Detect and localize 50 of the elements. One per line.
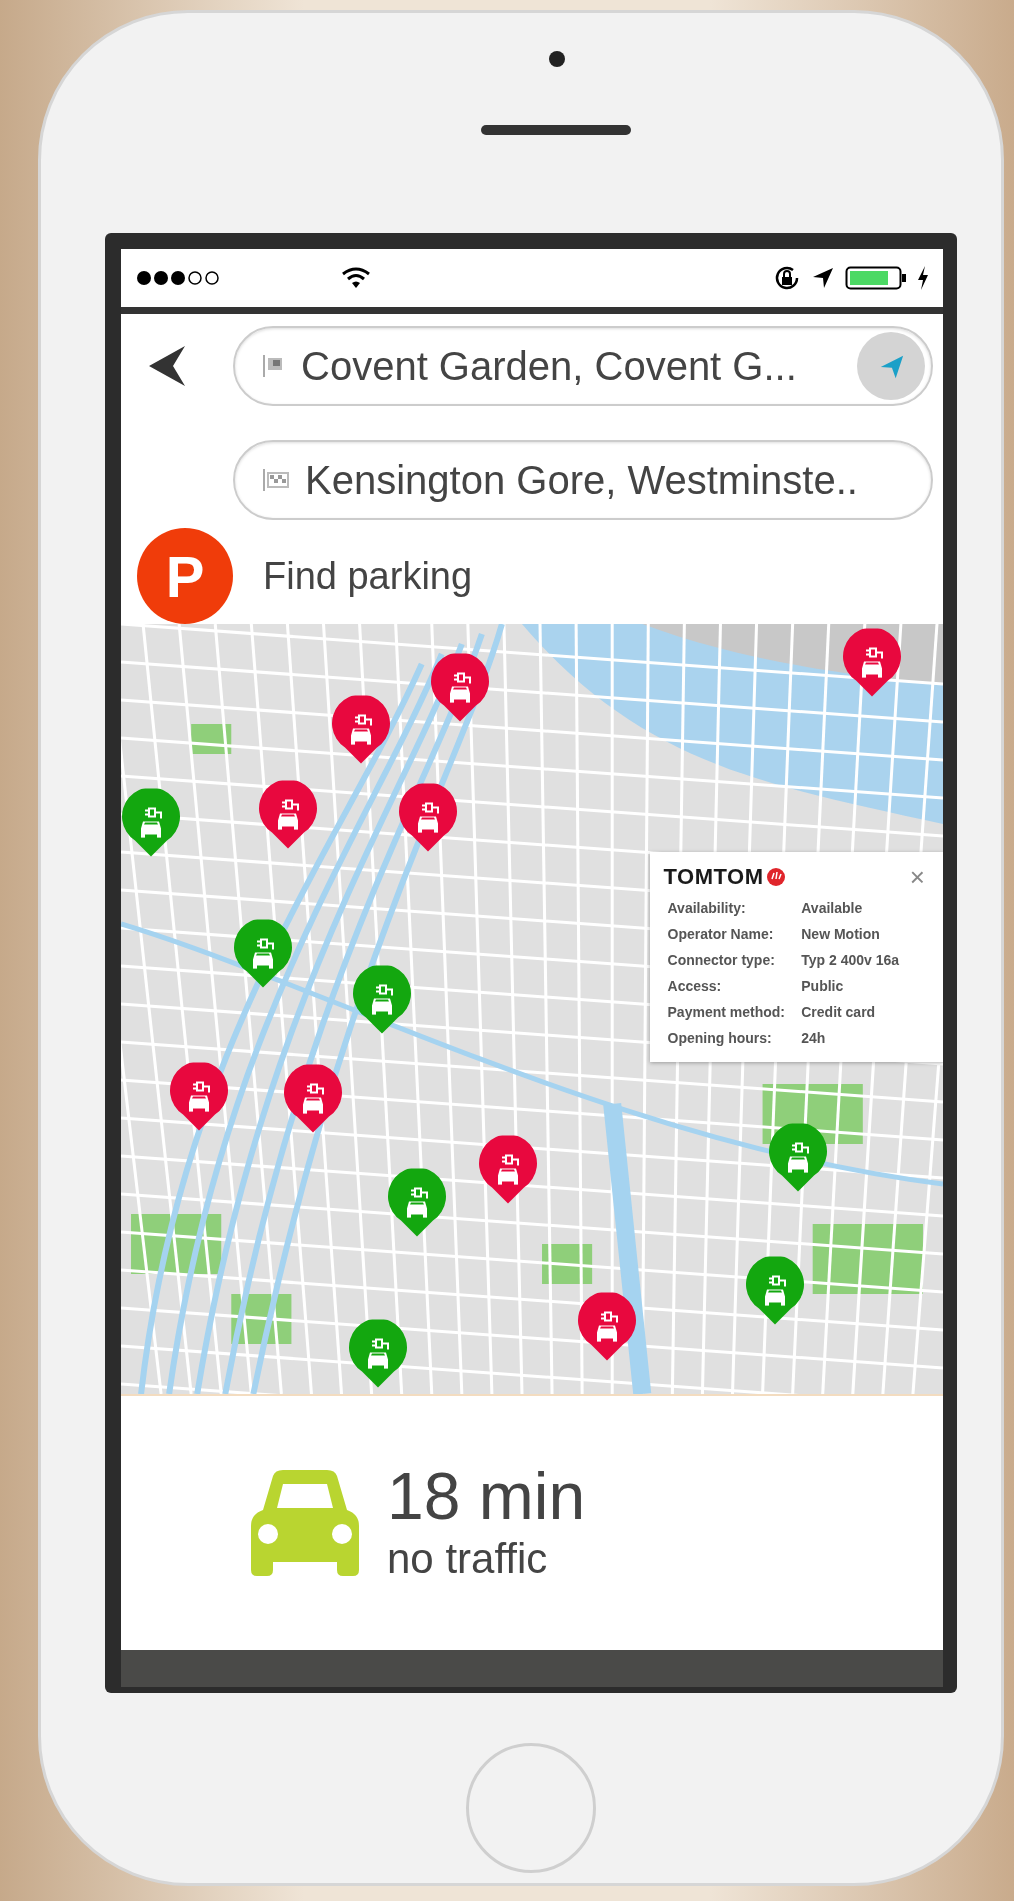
close-button[interactable]: × bbox=[905, 863, 929, 890]
charging-station-pin[interactable] bbox=[431, 653, 490, 722]
hand-logo-icon bbox=[765, 866, 786, 887]
wifi-icon bbox=[341, 267, 371, 289]
info-value: Public bbox=[801, 977, 845, 994]
traffic-status: no traffic bbox=[387, 1535, 549, 1583]
back-arrow-icon bbox=[147, 344, 187, 388]
charging-station-pin[interactable] bbox=[387, 1168, 446, 1237]
charging-station-pin[interactable] bbox=[769, 1123, 828, 1192]
brand-logo: TOMTOM bbox=[663, 863, 764, 890]
charging-station-pin[interactable] bbox=[332, 695, 390, 764]
info-value: Credit card bbox=[801, 1003, 877, 1020]
charging-station-pin[interactable] bbox=[234, 919, 293, 988]
info-label: Operator Name: bbox=[667, 925, 775, 942]
current-location-button[interactable] bbox=[857, 332, 925, 400]
charging-station-pin[interactable] bbox=[283, 1065, 342, 1134]
info-value: New Motion bbox=[801, 925, 881, 942]
charging-station-pin[interactable] bbox=[577, 1292, 636, 1361]
info-label: Payment method: bbox=[667, 1003, 786, 1020]
charging-station-pin[interactable] bbox=[170, 1062, 229, 1131]
info-label: Opening hours: bbox=[667, 1029, 773, 1046]
charging-station-pin[interactable] bbox=[479, 1135, 538, 1204]
start-field[interactable]: Covent Garden, Covent G... bbox=[233, 326, 933, 406]
info-label: Connector type: bbox=[667, 951, 776, 968]
info-label: Availability: bbox=[667, 899, 747, 916]
battery-icon bbox=[845, 265, 907, 291]
destination-field[interactable]: Kensington Gore, Westminste.. bbox=[233, 440, 933, 520]
charging-station-pin[interactable] bbox=[843, 628, 902, 697]
charging-station-pin[interactable] bbox=[349, 1319, 408, 1388]
info-label: Access: bbox=[667, 977, 723, 994]
signal-icon bbox=[135, 269, 221, 287]
charging-station-pin[interactable] bbox=[258, 780, 317, 849]
info-value: 24h bbox=[801, 1029, 827, 1046]
travel-time: 18 min bbox=[387, 1463, 586, 1529]
checkered-flag-icon bbox=[261, 467, 291, 493]
find-parking-link[interactable]: Find parking bbox=[263, 554, 473, 598]
start-value: Covent Garden, Covent G... bbox=[301, 343, 798, 389]
charging-station-pin[interactable] bbox=[352, 965, 411, 1034]
charging-station-pin[interactable] bbox=[746, 1256, 805, 1325]
location-arrow-icon bbox=[811, 266, 835, 290]
info-value: Available bbox=[801, 899, 864, 916]
charging-station-pin[interactable] bbox=[121, 788, 180, 857]
parking-icon: P bbox=[137, 528, 233, 624]
charging-bolt-icon bbox=[917, 266, 929, 290]
destination-value: Kensington Gore, Westminste.. bbox=[305, 457, 859, 503]
info-value: Typ 2 400v 16a bbox=[801, 951, 901, 968]
rotation-lock-icon bbox=[773, 264, 801, 292]
camera-dot bbox=[549, 51, 565, 67]
charging-station-pin[interactable] bbox=[398, 784, 457, 852]
car-icon bbox=[251, 1470, 359, 1576]
